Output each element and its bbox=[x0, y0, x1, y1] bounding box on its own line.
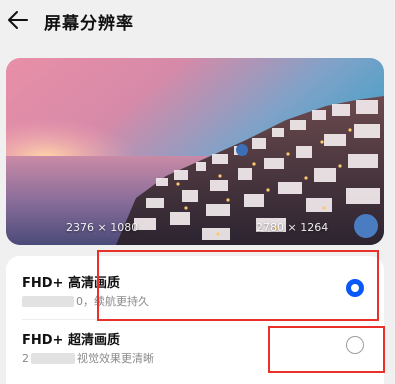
page-title: 屏幕分辨率 bbox=[44, 14, 134, 34]
option-subtitle: 2 视觉效果更清晰 bbox=[22, 351, 154, 366]
annotation-box-lower bbox=[268, 326, 385, 373]
preview-image bbox=[6, 58, 384, 245]
redacted-text bbox=[22, 295, 74, 307]
arrow-left-icon[interactable] bbox=[6, 8, 30, 32]
option-title: FHD+ 超清画质 bbox=[22, 333, 120, 348]
annotation-box-upper bbox=[97, 250, 379, 321]
app-header: 屏幕分辨率 bbox=[0, 0, 395, 42]
right-resolution-label: 2780 × 1264 bbox=[256, 221, 329, 234]
left-resolution-label: 2376 × 1080 bbox=[66, 221, 139, 234]
redacted-text bbox=[31, 352, 75, 364]
sunset-town-illustration bbox=[6, 58, 384, 245]
